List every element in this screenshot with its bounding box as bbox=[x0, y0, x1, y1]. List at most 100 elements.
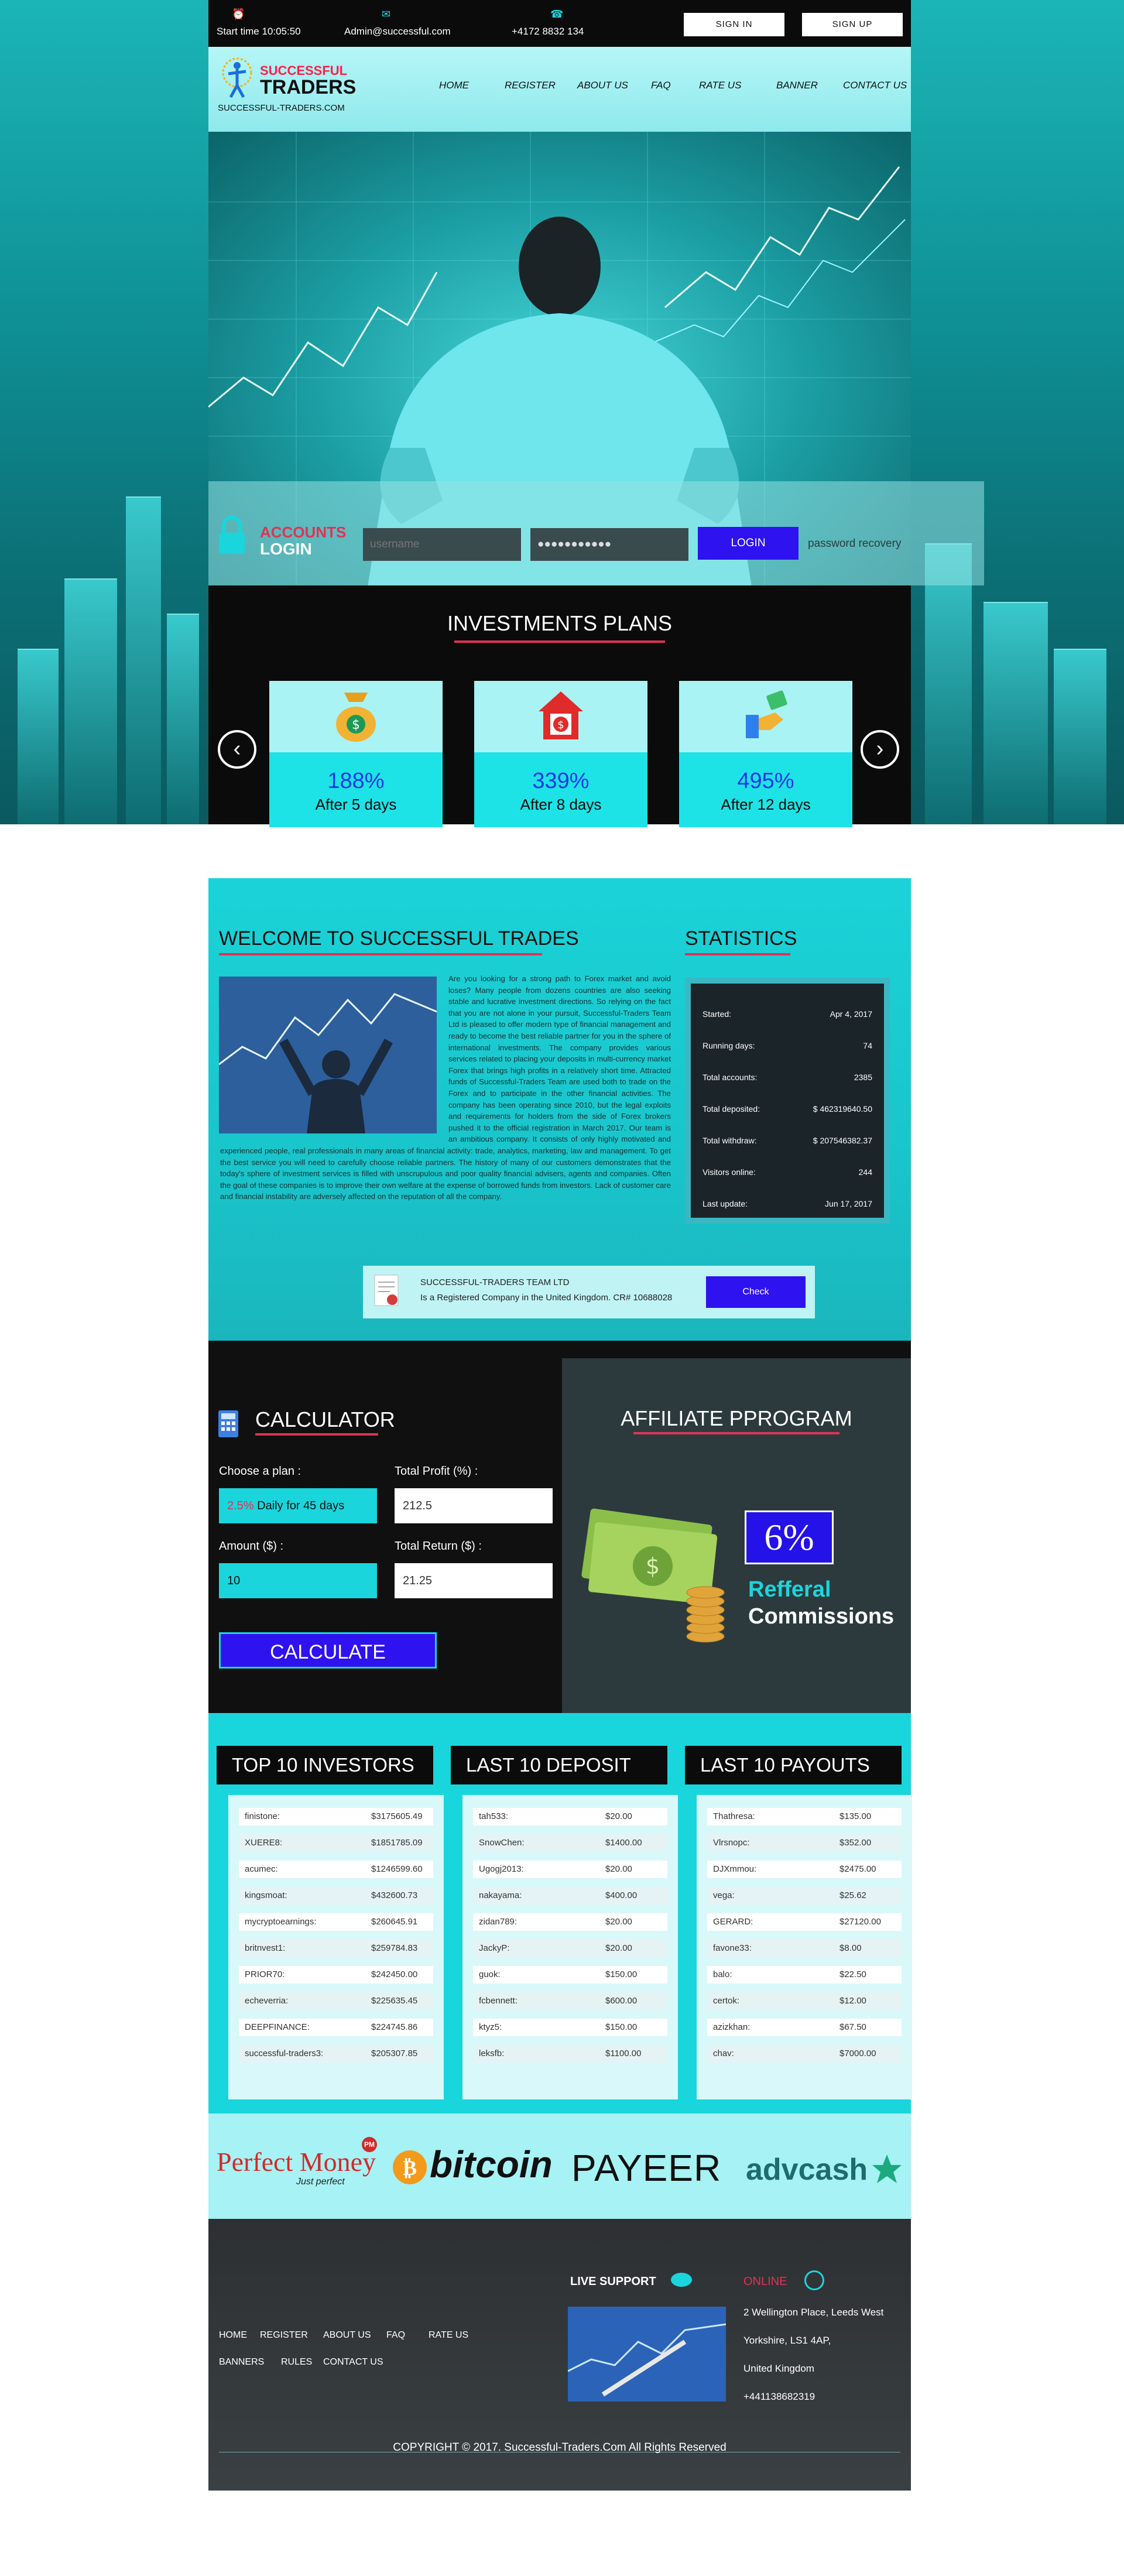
row-amount: $20.00 bbox=[605, 1864, 632, 1874]
logo-icon[interactable] bbox=[217, 55, 258, 102]
headset-icon[interactable] bbox=[804, 2270, 824, 2290]
login-button[interactable]: LOGIN bbox=[698, 527, 799, 560]
footer-link-rate-us[interactable]: RATE US bbox=[429, 2330, 468, 2341]
referral-line1: Refferal bbox=[748, 1577, 831, 1602]
row-name: kingsmoat: bbox=[245, 1890, 287, 1900]
sign-in-button[interactable]: SIGN IN bbox=[684, 13, 784, 36]
row-amount: $3175605.49 bbox=[371, 1811, 423, 1821]
nav-register[interactable]: REGISTER bbox=[505, 80, 556, 91]
password-input[interactable]: ●●●●●●●●●●● bbox=[530, 528, 688, 561]
bitcoin-logo[interactable]: bitcoin bbox=[430, 2143, 553, 2186]
plan-days: After 5 days bbox=[315, 796, 397, 813]
footer-link-register[interactable]: REGISTER bbox=[260, 2330, 308, 2341]
plan-card[interactable]: $ 188% After 5 days bbox=[269, 681, 443, 827]
stat-row: Last update: Jun 17, 2017 bbox=[702, 1199, 872, 1208]
row-name: certok: bbox=[713, 1996, 740, 2006]
row-amount: $7000.00 bbox=[839, 2049, 876, 2058]
perfect-money-logo[interactable]: Perfect Money bbox=[217, 2146, 376, 2177]
row-name: leksfb: bbox=[479, 2049, 505, 2058]
plan-card[interactable]: 495% After 12 days bbox=[679, 681, 852, 827]
footer-link-rules[interactable]: RULES bbox=[281, 2357, 312, 2368]
nav-home[interactable]: HOME bbox=[439, 80, 469, 91]
profit-output: 212.5 bbox=[395, 1488, 553, 1523]
title-underline bbox=[633, 1432, 839, 1434]
row-amount: $25.62 bbox=[839, 1890, 866, 1900]
title-underline bbox=[255, 1433, 378, 1436]
registration-text: Is a Registered Company in the United Ki… bbox=[420, 1293, 673, 1303]
row-amount: $150.00 bbox=[605, 2022, 638, 2032]
navigation-bar: SUCCESSFUL TRADERS SUCCESSFUL-TRADERS.CO… bbox=[208, 47, 911, 132]
hand-money-icon bbox=[746, 690, 787, 738]
username-input[interactable] bbox=[363, 528, 521, 561]
prev-arrow-button[interactable]: ‹ bbox=[218, 730, 256, 769]
row-amount: $12.00 bbox=[839, 1996, 866, 2006]
table-row: favone33: $8.00 bbox=[707, 1940, 902, 1957]
plan-days: After 12 days bbox=[721, 796, 811, 813]
row-amount: $242450.00 bbox=[371, 1969, 418, 1979]
perfect-money-tagline: Just perfect bbox=[296, 2177, 345, 2187]
stat-value: $ 462319640.50 bbox=[813, 1104, 872, 1114]
sign-up-button[interactable]: SIGN UP bbox=[802, 13, 903, 36]
login-label-login: LOGIN bbox=[260, 540, 312, 558]
chat-bubble-icon[interactable] bbox=[671, 2273, 692, 2287]
calculate-button[interactable]: CALCULATE bbox=[219, 1632, 437, 1669]
table-row: certok: $12.00 bbox=[707, 1992, 902, 2010]
footer: HOME REGISTER ABOUT US FAQ RATE US BANNE… bbox=[208, 2219, 911, 2491]
support-image bbox=[568, 2307, 726, 2402]
logo-url: SUCCESSFUL-TRADERS.COM bbox=[218, 103, 345, 113]
plan-icon-area: $ bbox=[474, 681, 647, 752]
stat-row: Total deposited: $ 462319640.50 bbox=[702, 1104, 872, 1114]
row-name: finistone: bbox=[245, 1811, 280, 1821]
amount-input[interactable]: 10 bbox=[219, 1563, 377, 1598]
nav-rate-us[interactable]: RATE US bbox=[699, 80, 741, 91]
footer-link-home[interactable]: HOME bbox=[219, 2330, 247, 2341]
footer-link-about-us[interactable]: ABOUT US bbox=[323, 2330, 371, 2341]
table-row: successful-traders3: $205307.85 bbox=[239, 2045, 433, 2063]
admin-email[interactable]: Admin@successful.com bbox=[344, 26, 451, 37]
plan-select[interactable]: 2.5% Daily for 45 days bbox=[219, 1488, 377, 1523]
table-row: azizkhan: $67.50 bbox=[707, 2019, 902, 2036]
row-amount: $150.00 bbox=[605, 1969, 638, 1979]
table-row: SnowChen: $1400.00 bbox=[473, 1834, 667, 1852]
row-amount: $27120.00 bbox=[839, 1917, 881, 1927]
login-label-accounts: ACCOUNTS bbox=[260, 523, 347, 541]
next-arrow-button[interactable]: › bbox=[861, 730, 899, 769]
password-recovery-link[interactable]: password recovery bbox=[808, 537, 901, 550]
stat-row: Total withdraw: $ 207546382.37 bbox=[702, 1136, 872, 1145]
page: ⏰ Start time 10:05:50 ✉ Admin@successful… bbox=[0, 0, 1124, 2576]
login-strip: ACCOUNTS LOGIN ●●●●●●●●●●● LOGIN passwor… bbox=[208, 481, 984, 585]
stat-label: Running days: bbox=[702, 1041, 755, 1050]
nav-faq[interactable]: FAQ bbox=[651, 80, 671, 91]
row-name: DJXmmou: bbox=[713, 1864, 757, 1874]
nav-banner[interactable]: BANNER bbox=[776, 80, 818, 91]
row-amount: $22.50 bbox=[839, 1969, 866, 1979]
payeer-logo[interactable]: PAYEER bbox=[571, 2146, 721, 2190]
footer-link-banners[interactable]: BANNERS bbox=[219, 2357, 264, 2368]
plan-card[interactable]: $ 339% After 8 days bbox=[474, 681, 647, 827]
table-row: guok: $150.00 bbox=[473, 1966, 667, 1984]
check-button[interactable]: Check bbox=[706, 1276, 806, 1308]
house-dollar-icon: $ bbox=[539, 691, 583, 739]
online-label: ONLINE bbox=[743, 2275, 787, 2288]
row-name: guok: bbox=[479, 1969, 501, 1979]
plan-icon-area: $ bbox=[269, 681, 443, 752]
investment-plans: INVESTMENTS PLANS ‹ › $ 188% After 5 day… bbox=[208, 585, 911, 827]
stat-label: Last update: bbox=[702, 1199, 748, 1208]
statistics-title: STATISTICS bbox=[685, 927, 797, 950]
welcome-title: WELCOME TO SUCCESSFUL TRADES bbox=[219, 927, 579, 950]
stat-row: Started: Apr 4, 2017 bbox=[702, 1009, 872, 1019]
stat-value: Jun 17, 2017 bbox=[825, 1199, 872, 1208]
nav-about-us[interactable]: ABOUT US bbox=[577, 80, 628, 91]
nav-contact-us[interactable]: CONTACT US bbox=[843, 80, 907, 91]
table-row: Ugogj2013: $20.00 bbox=[473, 1861, 667, 1878]
row-amount: $259784.83 bbox=[371, 1943, 418, 1953]
footer-link-contact-us[interactable]: CONTACT US bbox=[323, 2357, 383, 2368]
row-amount: $8.00 bbox=[839, 1943, 862, 1953]
row-name: Ugogj2013: bbox=[479, 1864, 524, 1874]
calculator-icon bbox=[218, 1410, 238, 1437]
svg-text:$: $ bbox=[352, 718, 360, 732]
footer-link-faq[interactable]: FAQ bbox=[386, 2330, 405, 2341]
svg-text:₿: ₿ bbox=[403, 2156, 417, 2180]
advcash-logo[interactable]: advcash bbox=[746, 2152, 868, 2187]
row-name: ktyz5: bbox=[479, 2022, 502, 2032]
